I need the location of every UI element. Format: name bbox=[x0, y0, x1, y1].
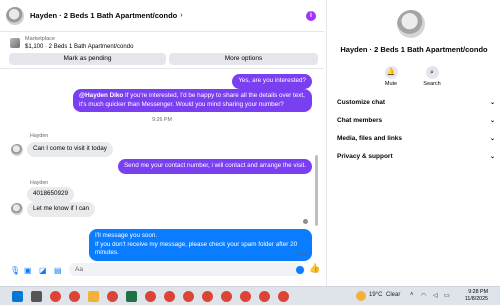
search-button[interactable]: ⌕ Search bbox=[412, 66, 452, 87]
chevron-down-icon: ⌄ bbox=[489, 154, 495, 160]
weather-status[interactable]: Clear bbox=[386, 292, 400, 298]
mute-button[interactable]: 🔔 Mute bbox=[371, 66, 411, 87]
wifi-icon[interactable]: ◠ bbox=[421, 292, 426, 299]
chevron-down-icon: ⌄ bbox=[489, 136, 495, 142]
sticker-icon[interactable]: ◪ bbox=[39, 266, 47, 275]
volume-icon[interactable]: ◁ bbox=[433, 292, 438, 299]
gif-icon[interactable]: ▤ bbox=[54, 266, 62, 275]
messenger-window: Hayden · 2 Beds 1 Bath Apartment/condo ›… bbox=[0, 0, 500, 286]
moon-icon[interactable] bbox=[356, 291, 366, 301]
chrome-icon[interactable] bbox=[69, 291, 80, 302]
search-icon: ⌕ bbox=[425, 66, 439, 79]
message-incoming: Can I come to visit it today bbox=[27, 142, 113, 157]
message-outgoing: Yes, are you interested? bbox=[232, 74, 312, 89]
message-incoming: 4018650929 bbox=[27, 187, 75, 202]
avatar[interactable] bbox=[397, 10, 425, 38]
search-icon[interactable] bbox=[31, 291, 42, 302]
compose-bar: 🎙 ▣ ◪ ▤ Aa 👍 bbox=[0, 260, 324, 280]
excel-icon[interactable] bbox=[126, 291, 137, 302]
message-outgoing: Send me your contact number, i will cont… bbox=[117, 159, 312, 174]
chrome-icon[interactable] bbox=[278, 291, 289, 302]
info-icon[interactable]: i bbox=[306, 11, 316, 21]
battery-icon[interactable]: ▭ bbox=[444, 292, 450, 299]
message-incoming: Let me know if I can bbox=[27, 202, 95, 217]
microphone-icon[interactable]: 🎙 bbox=[10, 266, 20, 275]
chrome-icon[interactable] bbox=[183, 291, 194, 302]
mute-label: Mute bbox=[384, 81, 398, 87]
section-chat-members[interactable]: Chat members ⌄ bbox=[337, 117, 495, 124]
conversation-info-pane: Hayden · 2 Beds 1 Bath Apartment/condo 🔔… bbox=[326, 0, 500, 286]
mention[interactable]: @Hayden Diko bbox=[79, 92, 123, 99]
section-privacy-support[interactable]: Privacy & support ⌄ bbox=[337, 153, 495, 160]
chrome-icon[interactable] bbox=[107, 291, 118, 302]
chat-header: Hayden · 2 Beds 1 Bath Apartment/condo ›… bbox=[0, 0, 324, 32]
search-label: Search bbox=[423, 81, 441, 87]
chrome-icon[interactable] bbox=[221, 291, 232, 302]
chat-pane: Hayden · 2 Beds 1 Bath Apartment/condo ›… bbox=[0, 0, 324, 286]
emoji-icon[interactable] bbox=[296, 266, 304, 274]
avatar[interactable] bbox=[6, 6, 24, 25]
message-outgoing: I'll message you soon. If you don't rece… bbox=[89, 229, 312, 261]
section-media-files-links[interactable]: Media, files and links ⌄ bbox=[337, 135, 495, 142]
sender-name: Hayden bbox=[30, 180, 49, 186]
message-outgoing: @Hayden Diko If you're interested, I'd b… bbox=[73, 89, 312, 112]
chrome-icon[interactable] bbox=[145, 291, 156, 302]
clock-date: 11/8/2025 bbox=[464, 296, 488, 302]
info-title: Hayden · 2 Beds 1 Bath Apartment/condo bbox=[340, 45, 488, 54]
file-explorer-icon[interactable] bbox=[88, 291, 99, 302]
chevron-down-icon: ⌄ bbox=[489, 100, 495, 106]
scrollbar[interactable] bbox=[315, 155, 318, 226]
chevron-right-icon[interactable]: › bbox=[180, 12, 182, 19]
mark-as-pending-button[interactable]: Mark as pending bbox=[9, 53, 166, 65]
chrome-icon[interactable] bbox=[259, 291, 270, 302]
section-label: Customize chat bbox=[337, 99, 386, 106]
sender-name: Hayden bbox=[30, 133, 49, 139]
section-customize-chat[interactable]: Customize chat ⌄ bbox=[337, 99, 495, 106]
bell-icon: 🔔 bbox=[384, 66, 398, 79]
section-label: Privacy & support bbox=[337, 153, 393, 160]
time-separator: 9:26 PM bbox=[152, 117, 172, 123]
message-list: Yes, are you interested? @Hayden Diko If… bbox=[0, 69, 324, 261]
like-icon[interactable]: 👍 bbox=[309, 263, 320, 274]
chrome-icon[interactable] bbox=[164, 291, 175, 302]
listing-description: $1,100 · 2 Beds 1 Bath Apartment/condo bbox=[25, 44, 134, 50]
windows-start-icon[interactable] bbox=[12, 291, 23, 302]
temperature[interactable]: 19°C bbox=[369, 292, 382, 298]
message-input[interactable]: Aa bbox=[69, 263, 305, 276]
section-label: Media, files and links bbox=[337, 135, 403, 142]
chevron-up-icon[interactable]: ˄ bbox=[410, 292, 414, 298]
photo-icon[interactable]: ▣ bbox=[24, 266, 32, 275]
seen-indicator bbox=[303, 219, 308, 224]
chrome-icon[interactable] bbox=[202, 291, 213, 302]
sent-status: Sent bbox=[297, 252, 308, 258]
listing-source: Marketplace bbox=[25, 36, 55, 42]
chrome-icon[interactable] bbox=[50, 291, 61, 302]
chat-title[interactable]: Hayden · 2 Beds 1 Bath Apartment/condo bbox=[30, 11, 177, 20]
section-label: Chat members bbox=[337, 117, 383, 124]
taskbar: 19°C Clear ˄ ◠ ◁ ▭ 9:28 PM 11/8/2025 bbox=[0, 286, 500, 305]
clock[interactable]: 9:28 PM 11/8/2025 bbox=[465, 289, 488, 303]
chevron-down-icon: ⌄ bbox=[489, 118, 495, 124]
listing-thumbnail bbox=[10, 38, 20, 48]
more-options-button[interactable]: More options bbox=[169, 53, 318, 65]
avatar[interactable] bbox=[11, 203, 23, 215]
chrome-icon[interactable] bbox=[240, 291, 251, 302]
clock-time: 9:28 PM bbox=[468, 289, 488, 295]
avatar[interactable] bbox=[11, 144, 23, 156]
